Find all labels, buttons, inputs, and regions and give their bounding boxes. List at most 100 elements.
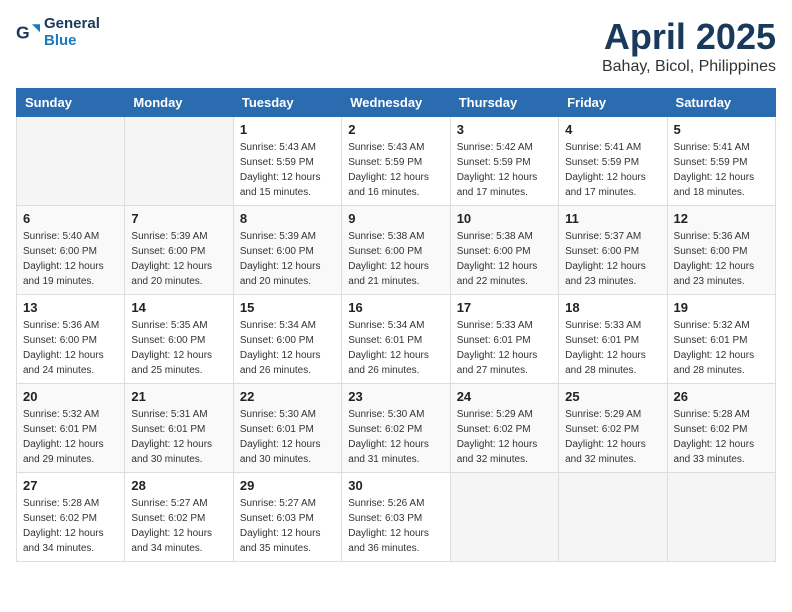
day-info: Sunrise: 5:41 AMSunset: 5:59 PMDaylight:… xyxy=(674,140,769,200)
day-cell: 23 Sunrise: 5:30 AMSunset: 6:02 PMDayligh… xyxy=(342,384,450,473)
day-number: 25 xyxy=(565,389,660,404)
day-cell: 21Sunrise: 5:31 AMSunset: 6:01 PMDayligh… xyxy=(125,384,233,473)
day-cell: 2 Sunrise: 5:43 AMSunset: 5:59 PMDaylight… xyxy=(342,117,450,206)
day-info: Sunrise: 5:33 AMSunset: 6:01 PMDaylight:… xyxy=(565,318,660,378)
day-number: 24 xyxy=(457,389,552,404)
day-cell: 4 Sunrise: 5:41 AMSunset: 5:59 PMDaylight… xyxy=(559,117,667,206)
day-cell: 13 Sunrise: 5:36 AMSunset: 6:00 PMDayligh… xyxy=(17,295,125,384)
day-cell: 22 Sunrise: 5:30 AMSunset: 6:01 PMDayligh… xyxy=(233,384,341,473)
day-number: 13 xyxy=(23,300,118,315)
day-number: 21 xyxy=(131,389,226,404)
day-cell: 25 Sunrise: 5:29 AMSunset: 6:02 PMDayligh… xyxy=(559,384,667,473)
day-number: 4 xyxy=(565,122,660,137)
weekday-header-friday: Friday xyxy=(559,89,667,117)
day-number: 17 xyxy=(457,300,552,315)
weekday-header-sunday: Sunday xyxy=(17,89,125,117)
day-info: Sunrise: 5:43 AMSunset: 5:59 PMDaylight:… xyxy=(348,140,443,200)
day-number: 5 xyxy=(674,122,769,137)
day-cell xyxy=(17,117,125,206)
day-cell: 26Sunrise: 5:28 AMSunset: 6:02 PMDayligh… xyxy=(667,384,775,473)
week-row-2: 6 Sunrise: 5:40 AMSunset: 6:00 PMDaylight… xyxy=(17,206,776,295)
logo: G General Blue xyxy=(16,16,100,49)
day-cell: 29 Sunrise: 5:27 AMSunset: 6:03 PMDayligh… xyxy=(233,473,341,562)
day-info: Sunrise: 5:37 AMSunset: 6:00 PMDaylight:… xyxy=(565,229,660,289)
day-info: Sunrise: 5:35 AMSunset: 6:00 PMDaylight:… xyxy=(131,318,226,378)
day-cell: 3 Sunrise: 5:42 AMSunset: 5:59 PMDaylight… xyxy=(450,117,558,206)
day-number: 15 xyxy=(240,300,335,315)
day-info: Sunrise: 5:32 AMSunset: 6:01 PMDaylight:… xyxy=(23,407,118,467)
day-cell: 14 Sunrise: 5:35 AMSunset: 6:00 PMDayligh… xyxy=(125,295,233,384)
day-info: Sunrise: 5:36 AMSunset: 6:00 PMDaylight:… xyxy=(23,318,118,378)
day-info: Sunrise: 5:28 AMSunset: 6:02 PMDaylight:… xyxy=(23,496,118,556)
day-cell: 8Sunrise: 5:39 AMSunset: 6:00 PMDaylight… xyxy=(233,206,341,295)
week-row-5: 27Sunrise: 5:28 AMSunset: 6:02 PMDayligh… xyxy=(17,473,776,562)
weekday-header-monday: Monday xyxy=(125,89,233,117)
day-cell xyxy=(125,117,233,206)
day-number: 6 xyxy=(23,211,118,226)
day-info: Sunrise: 5:30 AMSunset: 6:01 PMDaylight:… xyxy=(240,407,335,467)
day-info: Sunrise: 5:29 AMSunset: 6:02 PMDaylight:… xyxy=(457,407,552,467)
day-cell: 20 Sunrise: 5:32 AMSunset: 6:01 PMDayligh… xyxy=(17,384,125,473)
day-cell: 11Sunrise: 5:37 AMSunset: 6:00 PMDayligh… xyxy=(559,206,667,295)
day-cell: 18Sunrise: 5:33 AMSunset: 6:01 PMDayligh… xyxy=(559,295,667,384)
day-info: Sunrise: 5:26 AMSunset: 6:03 PMDaylight:… xyxy=(348,496,443,556)
day-info: Sunrise: 5:40 AMSunset: 6:00 PMDaylight:… xyxy=(23,229,118,289)
weekday-header-row: SundayMondayTuesdayWednesdayThursdayFrid… xyxy=(17,89,776,117)
day-number: 2 xyxy=(348,122,443,137)
day-info: Sunrise: 5:29 AMSunset: 6:02 PMDaylight:… xyxy=(565,407,660,467)
day-cell: 27Sunrise: 5:28 AMSunset: 6:02 PMDayligh… xyxy=(17,473,125,562)
day-number: 1 xyxy=(240,122,335,137)
day-number: 9 xyxy=(348,211,443,226)
day-info: Sunrise: 5:30 AMSunset: 6:02 PMDaylight:… xyxy=(348,407,443,467)
day-cell: 6 Sunrise: 5:40 AMSunset: 6:00 PMDaylight… xyxy=(17,206,125,295)
day-info: Sunrise: 5:39 AMSunset: 6:00 PMDaylight:… xyxy=(131,229,226,289)
day-number: 29 xyxy=(240,478,335,493)
day-number: 23 xyxy=(348,389,443,404)
day-info: Sunrise: 5:36 AMSunset: 6:00 PMDaylight:… xyxy=(674,229,769,289)
day-cell: 28 Sunrise: 5:27 AMSunset: 6:02 PMDayligh… xyxy=(125,473,233,562)
title-area: April 2025 Bahay, Bicol, Philippines xyxy=(602,16,776,76)
day-info: Sunrise: 5:38 AMSunset: 6:00 PMDaylight:… xyxy=(348,229,443,289)
day-info: Sunrise: 5:27 AMSunset: 6:03 PMDaylight:… xyxy=(240,496,335,556)
day-number: 19 xyxy=(674,300,769,315)
day-cell: 7 Sunrise: 5:39 AMSunset: 6:00 PMDaylight… xyxy=(125,206,233,295)
week-row-1: 1 Sunrise: 5:43 AMSunset: 5:59 PMDaylight… xyxy=(17,117,776,206)
day-number: 14 xyxy=(131,300,226,315)
day-info: Sunrise: 5:42 AMSunset: 5:59 PMDaylight:… xyxy=(457,140,552,200)
day-number: 28 xyxy=(131,478,226,493)
weekday-header-thursday: Thursday xyxy=(450,89,558,117)
day-number: 22 xyxy=(240,389,335,404)
day-info: Sunrise: 5:41 AMSunset: 5:59 PMDaylight:… xyxy=(565,140,660,200)
weekday-header-wednesday: Wednesday xyxy=(342,89,450,117)
day-number: 26 xyxy=(674,389,769,404)
day-number: 30 xyxy=(348,478,443,493)
day-number: 7 xyxy=(131,211,226,226)
week-row-4: 20 Sunrise: 5:32 AMSunset: 6:01 PMDayligh… xyxy=(17,384,776,473)
day-cell: 19 Sunrise: 5:32 AMSunset: 6:01 PMDayligh… xyxy=(667,295,775,384)
svg-text:G: G xyxy=(16,22,30,42)
day-cell xyxy=(450,473,558,562)
day-info: Sunrise: 5:33 AMSunset: 6:01 PMDaylight:… xyxy=(457,318,552,378)
month-title: April 2025 xyxy=(602,16,776,58)
day-cell: 24 Sunrise: 5:29 AMSunset: 6:02 PMDayligh… xyxy=(450,384,558,473)
day-info: Sunrise: 5:27 AMSunset: 6:02 PMDaylight:… xyxy=(131,496,226,556)
location-title: Bahay, Bicol, Philippines xyxy=(602,58,776,76)
calendar-table: SundayMondayTuesdayWednesdayThursdayFrid… xyxy=(16,88,776,562)
day-cell: 30 Sunrise: 5:26 AMSunset: 6:03 PMDayligh… xyxy=(342,473,450,562)
day-cell: 12 Sunrise: 5:36 AMSunset: 6:00 PMDayligh… xyxy=(667,206,775,295)
weekday-header-saturday: Saturday xyxy=(667,89,775,117)
day-info: Sunrise: 5:34 AMSunset: 6:01 PMDaylight:… xyxy=(348,318,443,378)
day-info: Sunrise: 5:39 AMSunset: 6:00 PMDaylight:… xyxy=(240,229,335,289)
day-cell: 16Sunrise: 5:34 AMSunset: 6:01 PMDayligh… xyxy=(342,295,450,384)
day-info: Sunrise: 5:38 AMSunset: 6:00 PMDaylight:… xyxy=(457,229,552,289)
day-cell: 9 Sunrise: 5:38 AMSunset: 6:00 PMDaylight… xyxy=(342,206,450,295)
page-header: G General Blue April 2025 Bahay, Bicol, … xyxy=(16,16,776,76)
day-number: 3 xyxy=(457,122,552,137)
day-cell: 1Sunrise: 5:43 AMSunset: 5:59 PMDaylight… xyxy=(233,117,341,206)
day-cell: 17 Sunrise: 5:33 AMSunset: 6:01 PMDayligh… xyxy=(450,295,558,384)
day-number: 12 xyxy=(674,211,769,226)
day-info: Sunrise: 5:32 AMSunset: 6:01 PMDaylight:… xyxy=(674,318,769,378)
day-info: Sunrise: 5:34 AMSunset: 6:00 PMDaylight:… xyxy=(240,318,335,378)
day-number: 20 xyxy=(23,389,118,404)
logo-text: General Blue xyxy=(44,16,100,49)
